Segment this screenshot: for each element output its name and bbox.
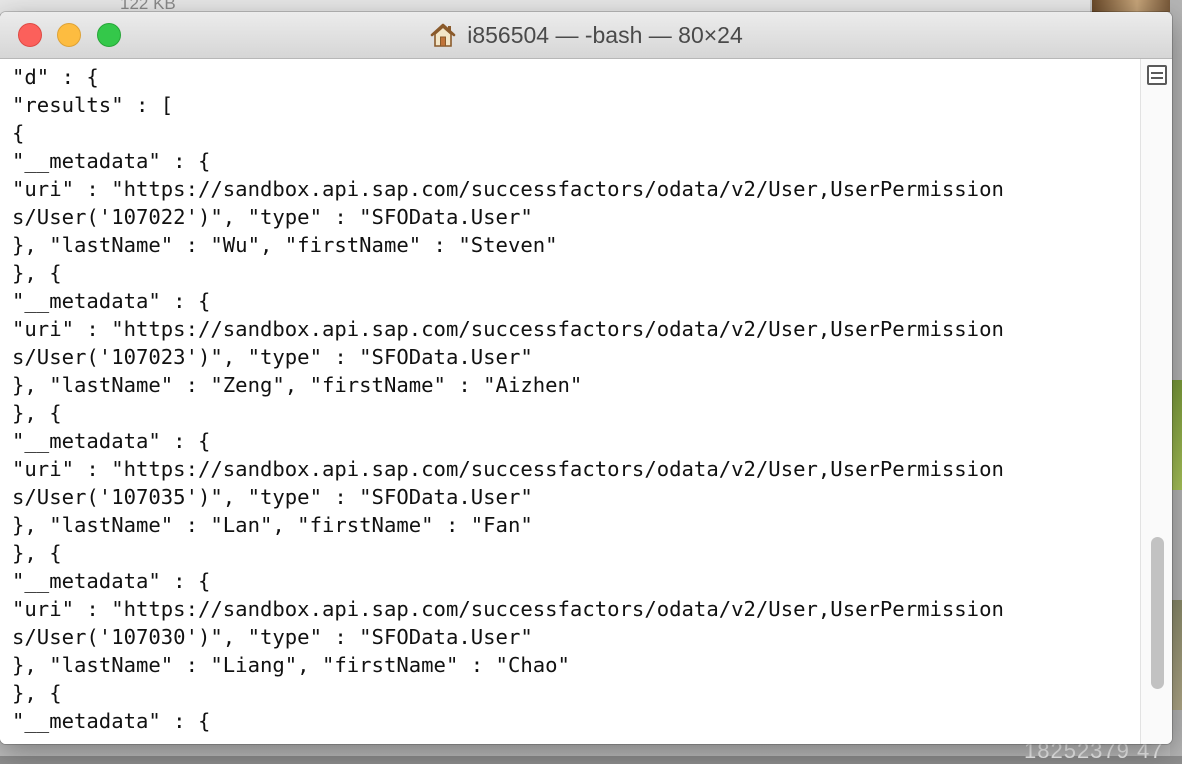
terminal-line: }, "lastName" : "Zeng", "firstName" : "A… — [12, 373, 583, 397]
terminal-window: i856504 — -bash — 80×24 "d" : { "results"… — [0, 12, 1172, 744]
terminal-line: s/User('107035')", "type" : "SFOData.Use… — [12, 485, 533, 509]
terminal-line: }, { — [12, 681, 62, 705]
terminal-line: }, "lastName" : "Liang", "firstName" : "… — [12, 653, 570, 677]
terminal-line: s/User('107030')", "type" : "SFOData.Use… — [12, 625, 533, 649]
terminal-line: "__metadata" : { — [12, 149, 211, 173]
window-title: i856504 — -bash — 80×24 — [467, 21, 743, 48]
terminal-line: s/User('107022')", "type" : "SFOData.Use… — [12, 205, 533, 229]
terminal-line: "uri" : "https://sandbox.api.sap.com/suc… — [12, 177, 1004, 201]
terminal-line: "__metadata" : { — [12, 289, 211, 313]
vertical-scrollbar[interactable] — [1140, 59, 1172, 744]
title-container: i856504 — -bash — 80×24 — [0, 12, 1172, 58]
terminal-line: "d" : { — [12, 65, 99, 89]
terminal-line: s/User('107023')", "type" : "SFOData.Use… — [12, 345, 533, 369]
terminal-line: }, { — [12, 261, 62, 285]
terminal-line: }, { — [12, 401, 62, 425]
terminal-line: "__metadata" : { — [12, 709, 211, 733]
background-photo-thumbnail — [1092, 0, 1182, 12]
scrollbar-thumb[interactable] — [1151, 537, 1164, 689]
terminal-line: "__metadata" : { — [12, 429, 211, 453]
terminal-line: "results" : [ — [12, 93, 174, 117]
terminal-output: "d" : { "results" : [ { "__metadata" : { "ur… — [12, 63, 1004, 735]
terminal-line: "uri" : "https://sandbox.api.sap.com/suc… — [12, 457, 1004, 481]
terminal-line: { — [12, 121, 25, 145]
terminal-line: }, "lastName" : "Lan", "firstName" : "Fa… — [12, 513, 533, 537]
title-bar[interactable]: i856504 — -bash — 80×24 — [0, 12, 1172, 59]
terminal-line: }, { — [12, 541, 62, 565]
split-pane-icon[interactable] — [1147, 65, 1167, 85]
home-icon — [429, 21, 457, 49]
terminal-line: "uri" : "https://sandbox.api.sap.com/suc… — [12, 597, 1004, 621]
terminal-line: "__metadata" : { — [12, 569, 211, 593]
terminal-line: }, "lastName" : "Wu", "firstName" : "Ste… — [12, 233, 558, 257]
terminal-line: "uri" : "https://sandbox.api.sap.com/suc… — [12, 317, 1004, 341]
terminal-content[interactable]: "d" : { "results" : [ { "__metadata" : { "ur… — [0, 59, 1140, 744]
